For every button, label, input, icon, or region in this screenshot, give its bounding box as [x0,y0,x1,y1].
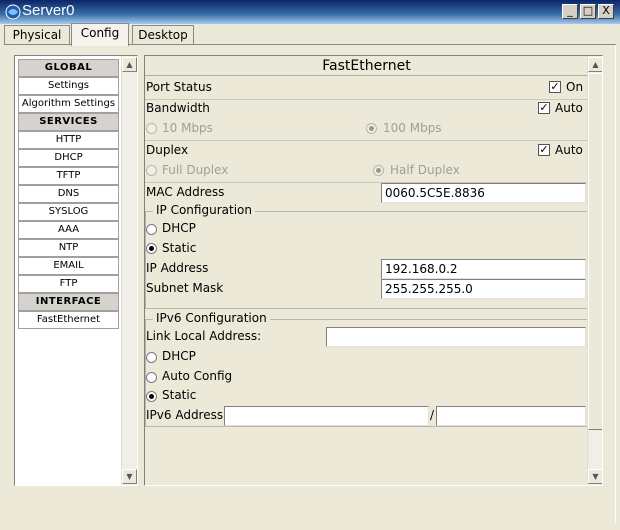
full-duplex-radio[interactable] [146,165,157,176]
scroll-down-arrow-icon[interactable]: ▼ [588,469,602,484]
ip-address-field[interactable]: 192.168.0.2 [381,259,586,279]
sidebar-item-tftp[interactable]: TFTP [18,167,119,185]
tab-physical[interactable]: Physical [4,25,70,45]
ipv6-auto-config-label: Auto Config [162,369,233,383]
subnet-mask-label: Subnet Mask [146,281,224,295]
server-app-icon [5,4,21,20]
ipv6-prefix-separator: / [430,408,435,422]
divider [145,140,588,141]
sidebar-item-ntp[interactable]: NTP [18,239,119,257]
scroll-down-arrow-icon[interactable]: ▼ [122,469,137,484]
bandwidth-auto-checkbox[interactable]: ✓ [538,102,550,114]
maximize-button[interactable]: □ [580,4,596,19]
bandwidth-auto-label: Auto [555,101,583,115]
ipv6-prefix-field[interactable] [436,406,586,426]
sidebar-item-http[interactable]: HTTP [18,131,119,149]
interface-config-panel: FastEthernet Port Status ✓ On Bandwidth … [144,55,603,486]
bandwidth-10-radio[interactable] [146,123,157,134]
port-status-on-label: On [566,80,584,94]
mac-address-field[interactable]: 0060.5C5E.8836 [381,183,586,203]
sidebar-item-dns[interactable]: DNS [18,185,119,203]
ip-config-legend: IP Configuration [153,203,255,217]
divider [145,99,588,100]
ipv6-dhcp-label: DHCP [162,349,196,363]
sidebar-header-services: SERVICES [18,113,119,131]
scroll-up-arrow-icon[interactable]: ▲ [588,57,602,72]
ipv6-config-legend: IPv6 Configuration [153,311,270,325]
ip-dhcp-label: DHCP [162,221,196,235]
window-title: Server0 [22,2,75,19]
half-duplex-radio[interactable] [373,165,384,176]
sidebar-item-aaa[interactable]: AAA [18,221,119,239]
scroll-up-arrow-icon[interactable]: ▲ [122,57,137,72]
tab-config[interactable]: Config [71,23,129,46]
duplex-label: Duplex [146,143,189,157]
sidebar-header-global: GLOBAL [18,59,119,77]
sidebar-item-email[interactable]: EMAIL [18,257,119,275]
ipv6-address-field[interactable] [224,406,429,426]
half-duplex-label: Half Duplex [390,163,460,177]
mac-address-label: MAC Address [146,185,225,199]
subnet-mask-field[interactable]: 255.255.255.0 [381,279,586,299]
ipv6-static-radio[interactable] [146,391,157,402]
panel-scrollbar[interactable]: ▲ ▼ [587,56,602,485]
title-bar[interactable] [0,0,620,24]
sidebar-item-fastethernet[interactable]: FastEthernet [18,311,119,329]
minimize-button[interactable]: _ [562,4,578,19]
ip-static-label: Static [162,241,197,255]
full-duplex-label: Full Duplex [162,163,229,177]
ip-address-label: IP Address [146,261,209,275]
bandwidth-label: Bandwidth [146,101,210,115]
sidebar-item-algorithm-settings[interactable]: Algorithm Settings [18,95,119,113]
link-local-address-label: Link Local Address: [146,329,262,343]
bandwidth-10-label: 10 Mbps [162,121,213,135]
sidebar-item-ftp[interactable]: FTP [18,275,119,293]
duplex-auto-label: Auto [555,143,583,157]
duplex-auto-checkbox[interactable]: ✓ [538,144,550,156]
ip-static-radio[interactable] [146,243,157,254]
panel-title: FastEthernet [145,56,588,76]
sidebar-item-dhcp[interactable]: DHCP [18,149,119,167]
scroll-thumb[interactable] [588,73,602,430]
link-local-address-field[interactable] [326,327,586,347]
sidebar-header-interface: INTERFACE [18,293,119,311]
tab-desktop[interactable]: Desktop [132,25,194,45]
bandwidth-100-radio[interactable] [366,123,377,134]
bandwidth-100-label: 100 Mbps [383,121,442,135]
ipv6-static-label: Static [162,388,197,402]
ip-dhcp-radio[interactable] [146,224,157,235]
close-button[interactable]: X [598,4,614,19]
ipv6-address-label: IPv6 Address [146,408,224,422]
port-status-label: Port Status [146,80,212,94]
port-status-checkbox[interactable]: ✓ [549,81,561,93]
ipv6-dhcp-radio[interactable] [146,352,157,363]
sidebar-scrollbar[interactable]: ▲ ▼ [121,56,137,485]
sidebar-item-syslog[interactable]: SYSLOG [18,203,119,221]
sidebar-item-settings[interactable]: Settings [18,77,119,95]
sidebar: GLOBAL Settings Algorithm Settings SERVI… [14,55,138,486]
ipv6-auto-config-radio[interactable] [146,372,157,383]
